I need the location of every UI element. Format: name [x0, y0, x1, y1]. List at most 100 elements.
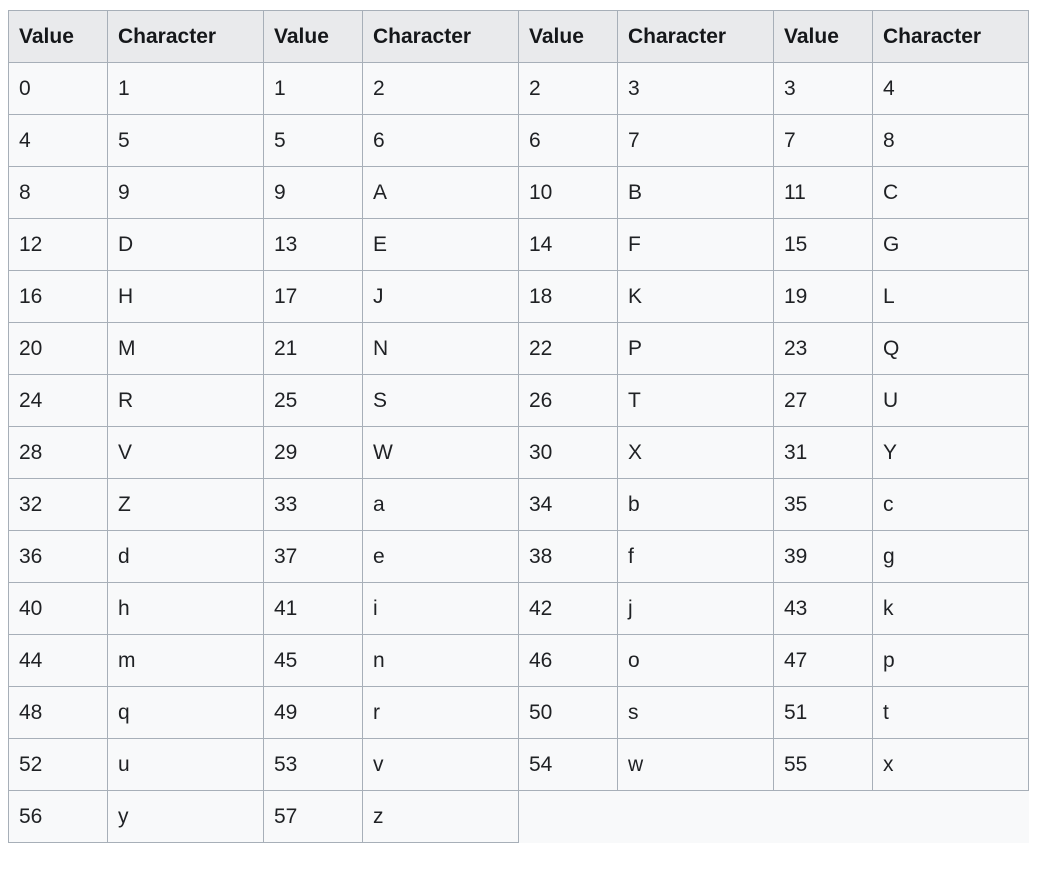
cell-character: o	[617, 634, 774, 687]
cell-value: 57	[263, 790, 363, 843]
cell-character: Y	[872, 426, 1029, 479]
cell-value: 17	[263, 270, 363, 323]
cell-value: 47	[773, 634, 873, 687]
table-row: 12 D 13 E 14 F 15 G	[8, 218, 1029, 271]
column-header-value-4: Value	[773, 10, 873, 63]
cell-value: 8	[8, 166, 108, 219]
cell-character: 1	[107, 62, 264, 115]
cell-value: 21	[263, 322, 363, 375]
cell-character: R	[107, 374, 264, 427]
table-row: 8 9 9 A 10 B 11 C	[8, 166, 1029, 219]
column-header-value-3: Value	[518, 10, 618, 63]
cell-value: 42	[518, 582, 618, 635]
cell-character: t	[872, 686, 1029, 739]
cell-character: U	[872, 374, 1029, 427]
cell-value: 14	[518, 218, 618, 271]
cell-character: q	[107, 686, 264, 739]
cell-value: 29	[263, 426, 363, 479]
cell-value: 43	[773, 582, 873, 635]
cell-value: 13	[263, 218, 363, 271]
cell-value: 36	[8, 530, 108, 583]
cell-character: X	[617, 426, 774, 479]
cell-value: 7	[773, 114, 873, 167]
cell-value: 52	[8, 738, 108, 791]
table-row: 56 y 57 z	[8, 790, 1029, 843]
cell-value: 3	[773, 62, 873, 115]
cell-character: e	[362, 530, 519, 583]
cell-value: 19	[773, 270, 873, 323]
cell-value: 49	[263, 686, 363, 739]
cell-character: W	[362, 426, 519, 479]
cell-value: 28	[8, 426, 108, 479]
cell-value: 35	[773, 478, 873, 531]
cell-value: 37	[263, 530, 363, 583]
table-row: 36 d 37 e 38 f 39 g	[8, 530, 1029, 583]
cell-character: u	[107, 738, 264, 791]
table-container: Value Character Value Character Value Charact…	[8, 10, 1029, 843]
cell-character: T	[617, 374, 774, 427]
cell-value: 24	[8, 374, 108, 427]
cell-character: Z	[107, 478, 264, 531]
cell-value: 48	[8, 686, 108, 739]
cell-empty	[872, 790, 1029, 843]
cell-character: d	[107, 530, 264, 583]
cell-value: 26	[518, 374, 618, 427]
cell-value: 9	[263, 166, 363, 219]
cell-character: r	[362, 686, 519, 739]
cell-value: 25	[263, 374, 363, 427]
table-row: 01122334	[8, 62, 1029, 115]
cell-character: v	[362, 738, 519, 791]
cell-value: 56	[8, 790, 108, 843]
cell-character: 6	[362, 114, 519, 167]
cell-character: x	[872, 738, 1029, 791]
cell-character: g	[872, 530, 1029, 583]
cell-character: f	[617, 530, 774, 583]
cell-value: 10	[518, 166, 618, 219]
cell-value: 32	[8, 478, 108, 531]
cell-character: A	[362, 166, 519, 219]
cell-character: p	[872, 634, 1029, 687]
cell-character: 4	[872, 62, 1029, 115]
cell-value: 44	[8, 634, 108, 687]
cell-value: 34	[518, 478, 618, 531]
cell-character: a	[362, 478, 519, 531]
cell-character: b	[617, 478, 774, 531]
cell-value: 39	[773, 530, 873, 583]
column-header-character-2: Character	[362, 10, 519, 63]
cell-empty	[518, 790, 618, 843]
column-header-value-2: Value	[263, 10, 363, 63]
table-row: 44 m 45 n 46 o 47 p	[8, 634, 1029, 687]
cell-character: P	[617, 322, 774, 375]
table-row: 20 M 21 N 22 P 23 Q	[8, 322, 1029, 375]
table-row: 40 h 41 i 42 j 43 k	[8, 582, 1029, 635]
cell-value: 55	[773, 738, 873, 791]
cell-value: 54	[518, 738, 618, 791]
cell-value: 11	[773, 166, 873, 219]
cell-character: m	[107, 634, 264, 687]
cell-value: 20	[8, 322, 108, 375]
table-row: 16 H 17 J 18 K 19 L	[8, 270, 1029, 323]
cell-value: 23	[773, 322, 873, 375]
cell-value: 5	[263, 114, 363, 167]
cell-value: 46	[518, 634, 618, 687]
cell-character: j	[617, 582, 774, 635]
table-row: 32 Z 33 a 34 b 35 c	[8, 478, 1029, 531]
cell-value: 2	[518, 62, 618, 115]
cell-character: C	[872, 166, 1029, 219]
cell-character: y	[107, 790, 264, 843]
cell-character: H	[107, 270, 264, 323]
cell-character: 9	[107, 166, 264, 219]
table-body: 0 1 1 2 2 3 3 4 4 5 5 6 6 7 7 8 8 9 9 A 10 B 11 C 12 D 13 E 14 F 15 G 16…	[8, 62, 1029, 843]
cell-character: E	[362, 218, 519, 271]
cell-value: 45	[263, 634, 363, 687]
column-header-character-1: Character	[107, 10, 264, 63]
cell-value: 18	[518, 270, 618, 323]
cell-character: k	[872, 582, 1029, 635]
table-header: Value Character Value Character Value Charact…	[8, 10, 1029, 63]
cell-character: L	[872, 270, 1029, 323]
column-header-character-3: Character	[617, 10, 774, 63]
table-header-row: Value Character Value Character Value Charact…	[8, 10, 1029, 63]
cell-value: 4	[8, 114, 108, 167]
cell-character: S	[362, 374, 519, 427]
table-row: 28 V 29 W 30 X 31 Y	[8, 426, 1029, 479]
